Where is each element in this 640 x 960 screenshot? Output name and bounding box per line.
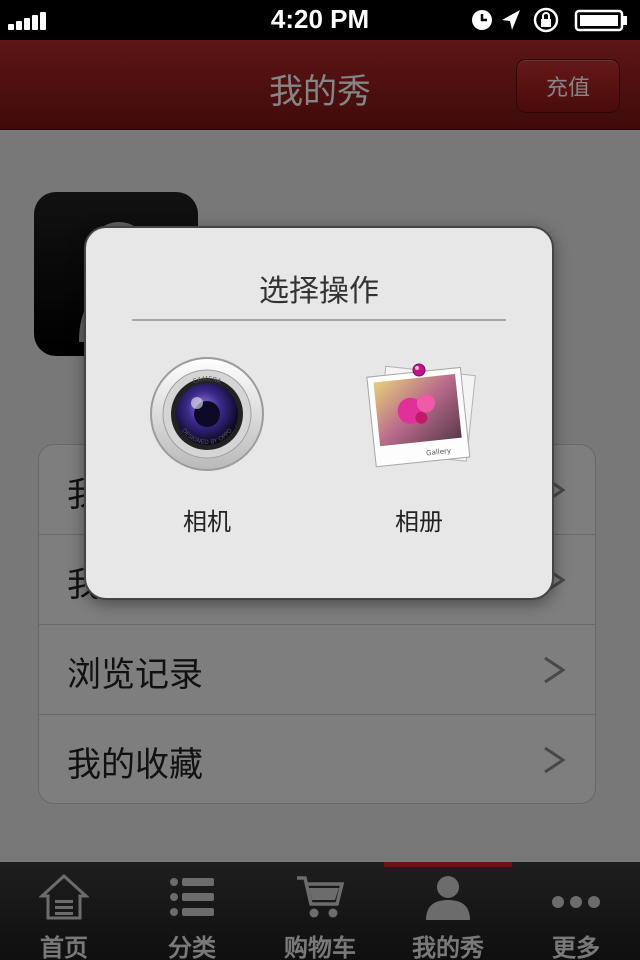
camera-option[interactable]: CAMERA DESIGNED BY OPPO 相机 [132,354,282,536]
status-icons [472,7,627,33]
camera-label: 相机 [183,508,231,536]
choose-action-dialog: 选择操作 CAMERA DESIGNED BY OPPO 相机 Gallery … [84,226,554,600]
status-bar: 4:20 PM [0,0,640,40]
album-label: 相册 [395,508,443,536]
location-arrow-icon [502,10,520,30]
dialog-title: 选择操作 [259,274,379,309]
rotation-lock-icon [533,7,559,33]
alarm-clock-icon [472,10,492,30]
dialog-divider [132,319,506,321]
gallery-icon: Gallery [366,363,476,468]
album-option[interactable]: Gallery 相册 [344,354,494,536]
camera-icon: CAMERA DESIGNED BY OPPO [150,357,264,471]
battery-icon [574,9,627,32]
